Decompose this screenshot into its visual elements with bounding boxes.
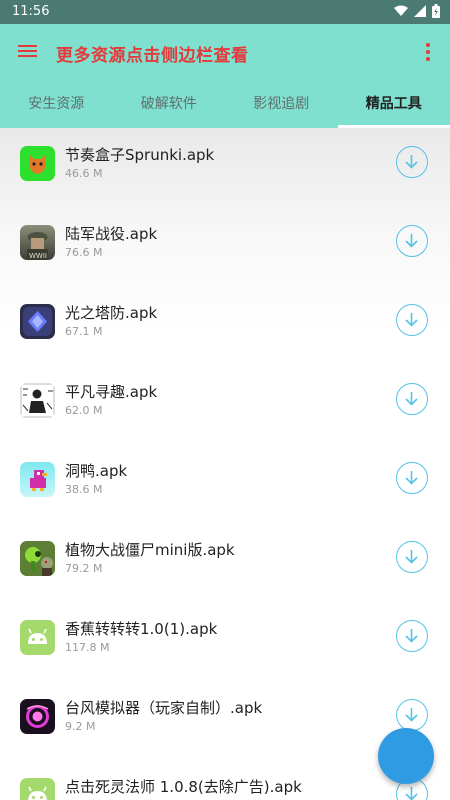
- status-icons: [394, 4, 440, 18]
- plant-zombie-icon: [20, 541, 55, 576]
- list-item[interactable]: WWII 陆军战役.apk 76.6 M: [0, 207, 450, 286]
- file-size: 46.6 M: [65, 167, 103, 180]
- tab-bar: 安生资源 破解软件 影视追剧 精品工具: [0, 80, 450, 128]
- file-name: 平凡寻趣.apk: [65, 383, 158, 401]
- list-item[interactable]: 香蕉转转转1.0(1).apk 117.8 M: [0, 602, 450, 681]
- download-arrow-icon: [405, 550, 418, 564]
- list-item[interactable]: 平凡寻趣.apk 62.0 M: [0, 365, 450, 444]
- app-toolbar: 更多资源点击侧边栏查看: [0, 24, 450, 80]
- floating-action-button[interactable]: [378, 728, 434, 784]
- wifi-icon: [394, 5, 408, 16]
- tab-cracked-software[interactable]: 破解软件: [113, 80, 226, 128]
- android-icon: [20, 778, 55, 800]
- list-item[interactable]: 植物大战僵尸mini版.apk 79.2 M: [0, 523, 450, 602]
- download-arrow-icon: [405, 234, 418, 248]
- file-name: 台风模拟器（玩家自制）.apk: [65, 699, 263, 717]
- download-arrow-icon: [405, 708, 418, 722]
- download-arrow-icon: [405, 629, 418, 643]
- download-button[interactable]: [396, 304, 428, 336]
- list-item[interactable]: 光之塔防.apk 67.1 M: [0, 286, 450, 365]
- file-list: 节奏盒子Sprunki.apk 46.6 M WWII 陆军战役.apk 76.…: [0, 128, 450, 800]
- toolbar-title: 更多资源点击侧边栏查看: [56, 46, 249, 66]
- list-item[interactable]: 节奏盒子Sprunki.apk 46.6 M: [0, 128, 450, 207]
- file-name: 陆军战役.apk: [65, 225, 158, 243]
- signal-icon: [414, 5, 426, 17]
- file-size: 76.6 M: [65, 246, 103, 259]
- pixel-duck-icon: [20, 462, 55, 497]
- tab-video[interactable]: 影视追剧: [225, 80, 338, 128]
- download-button[interactable]: [396, 383, 428, 415]
- download-arrow-icon: [405, 313, 418, 327]
- download-button[interactable]: [396, 462, 428, 494]
- download-button[interactable]: [396, 225, 428, 257]
- android-icon: [20, 620, 55, 655]
- file-name: 香蕉转转转1.0(1).apk: [65, 620, 218, 638]
- tab-premium-tools[interactable]: 精品工具: [337, 80, 450, 128]
- download-button[interactable]: [396, 541, 428, 573]
- file-name: 植物大战僵尸mini版.apk: [65, 541, 235, 559]
- status-bar: 11:56: [0, 0, 450, 24]
- download-button[interactable]: [396, 146, 428, 178]
- file-size: 117.8 M: [65, 641, 110, 654]
- tower-defense-icon: [20, 304, 55, 339]
- soldier-game-icon: WWII: [20, 225, 55, 260]
- download-arrow-icon: [405, 471, 418, 485]
- list-item[interactable]: 洞鸭.apk 38.6 M: [0, 444, 450, 523]
- download-button[interactable]: [396, 620, 428, 652]
- tab-ansheng-resources[interactable]: 安生资源: [0, 80, 113, 128]
- status-time: 11:56: [12, 4, 50, 19]
- comic-person-icon: [20, 383, 55, 418]
- typhoon-icon: [20, 699, 55, 734]
- file-size: 67.1 M: [65, 325, 103, 338]
- file-size: 9.2 M: [65, 720, 96, 733]
- file-name: 洞鸭.apk: [65, 462, 128, 480]
- file-name: 点击死灵法师 1.0.8(去除广告).apk: [65, 778, 302, 796]
- download-arrow-icon: [405, 392, 418, 406]
- file-size: 79.2 M: [65, 562, 103, 575]
- file-name: 节奏盒子Sprunki.apk: [65, 146, 215, 164]
- hamburger-menu-icon[interactable]: [18, 42, 38, 62]
- download-button[interactable]: [396, 699, 428, 731]
- overflow-menu-icon[interactable]: [424, 43, 432, 63]
- file-size: 62.0 M: [65, 404, 103, 417]
- file-name: 光之塔防.apk: [65, 304, 158, 322]
- download-arrow-icon: [405, 155, 418, 169]
- file-size: 38.6 M: [65, 483, 103, 496]
- sprunki-app-icon: [20, 146, 55, 181]
- svg-text:WWII: WWII: [29, 252, 47, 260]
- battery-icon: [432, 4, 440, 18]
